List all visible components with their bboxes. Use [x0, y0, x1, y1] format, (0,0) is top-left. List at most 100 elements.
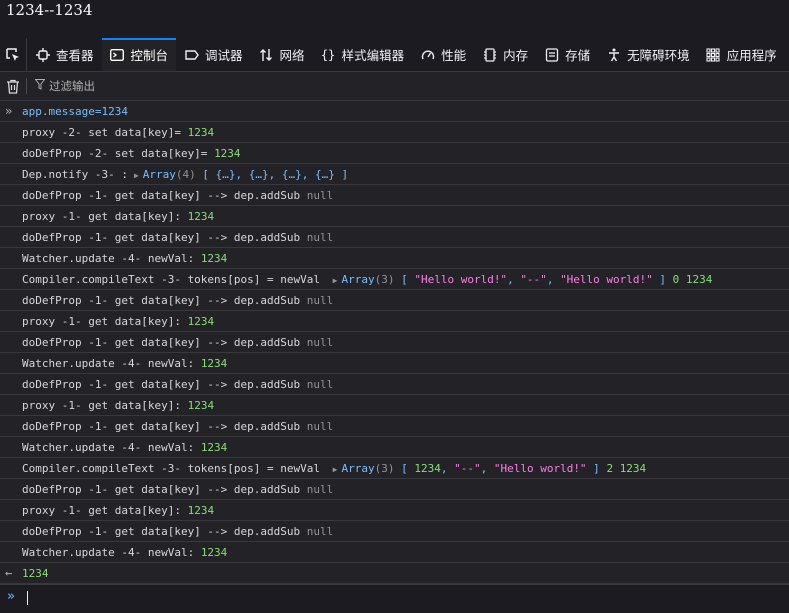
log-text: proxy -1- get data[key]: — [22, 315, 188, 328]
log-number: 1234 — [200, 546, 228, 559]
array-separator: , — [440, 462, 455, 475]
tab-accessibility[interactable]: 无障碍环境 — [598, 38, 698, 71]
log-number: 0 — [672, 273, 680, 286]
console-output: » app.message=1234 proxy -2- set data[ke… — [0, 101, 789, 584]
log-message: Compiler.compileText -3- tokens[pos] = n… — [0, 269, 789, 290]
array-length: (3) — [374, 462, 395, 475]
tab-performance[interactable]: 性能 — [412, 38, 474, 71]
log-text: doDefProp -1- get data[key] --> dep.addS… — [22, 294, 307, 307]
clear-console-button[interactable] — [0, 79, 26, 94]
log-message: Watcher.update -4- newVal: 1234 — [0, 437, 789, 458]
log-number: 1234 — [187, 210, 215, 223]
array-string: "Hello world!" — [560, 273, 653, 286]
log-text: doDefProp -1- get data[key] --> dep.addS… — [22, 378, 307, 391]
object-array-label[interactable]: Array — [143, 168, 176, 181]
log-number: 1234 — [187, 126, 215, 139]
tab-network[interactable]: 网络 — [251, 38, 313, 71]
tab-storage[interactable]: 存储 — [536, 38, 598, 71]
tab-debugger[interactable]: 调试器 — [176, 38, 251, 71]
array-string: "Hello world!" — [493, 462, 587, 475]
array-open: [ — [401, 462, 415, 475]
log-message: proxy -1- get data[key]: 1234 — [0, 395, 789, 416]
object-array-label[interactable]: Array — [341, 273, 374, 286]
filter-output-input[interactable]: 过滤输出 — [34, 78, 95, 94]
tab-label: 应用程序 — [726, 48, 777, 63]
log-text: proxy -1- get data[key]: — [22, 399, 188, 412]
array-separator: , — [507, 273, 521, 286]
log-null: null — [306, 231, 334, 244]
log-text: doDefProp -1- get data[key] --> dep.addS… — [22, 420, 307, 433]
log-text: Watcher.update -4- newVal: — [22, 546, 201, 559]
element-picker-icon — [6, 47, 19, 61]
performance-icon — [420, 47, 435, 62]
tab-label: 无障碍环境 — [627, 48, 690, 63]
array-string: "Hello world!" — [414, 273, 508, 286]
log-message: doDefProp -1- get data[key] --> dep.addS… — [0, 290, 789, 311]
expand-triangle-icon[interactable]: ▶ — [134, 171, 139, 180]
element-picker-button[interactable] — [0, 38, 27, 71]
log-text: proxy -2- set data[key]= — [22, 126, 188, 139]
log-text: Watcher.update -4- newVal: — [22, 441, 201, 454]
tab-style-editor[interactable]: {} 样式编辑器 — [313, 38, 413, 71]
expand-triangle-icon[interactable]: ▶ — [333, 276, 338, 285]
tab-console[interactable]: 控制台 — [101, 38, 177, 71]
devtools-tabbar: 查看器 控制台 调试器 网络 {} 样式编辑器 性能 内存 存储 无障碍环境 应… — [0, 38, 789, 72]
log-message: doDefProp -2- set data[key]= 1234 — [0, 143, 789, 164]
tab-label: 样式编辑器 — [341, 48, 405, 63]
result-value: 1234 — [22, 567, 49, 580]
console-icon — [110, 47, 125, 62]
tab-inspector[interactable]: 查看器 — [27, 38, 102, 71]
log-text: Compiler.compileText -3- tokens[pos] = n… — [22, 462, 327, 475]
array-separator: , — [546, 273, 561, 286]
array-separator: , — [480, 462, 494, 475]
log-null: null — [306, 420, 334, 433]
array-string: "--" — [454, 462, 481, 475]
tab-application[interactable]: 应用程序 — [698, 38, 785, 71]
input-expression: app.message= — [22, 105, 102, 118]
tab-memory[interactable]: 内存 — [474, 38, 536, 71]
log-null: null — [306, 336, 334, 349]
object-array-label[interactable]: Array — [341, 462, 374, 475]
log-text: doDefProp -2- set data[key]= — [22, 147, 215, 160]
expand-triangle-icon[interactable]: ▶ — [333, 465, 338, 474]
log-text: Watcher.update -4- newVal: — [22, 357, 201, 370]
devtools-panel: 查看器 控制台 调试器 网络 {} 样式编辑器 性能 内存 存储 无障碍环境 应… — [0, 38, 789, 613]
array-close: ] — [652, 273, 667, 286]
array-number: 1234 — [414, 462, 441, 475]
tab-label: 网络 — [279, 48, 305, 63]
log-number: 1234 — [187, 399, 215, 412]
application-icon — [706, 47, 721, 62]
tab-label: 存储 — [565, 48, 591, 63]
log-message: Dep.notify -3- : ▶ Array(4) [ {…}, {…}, {…… — [0, 164, 789, 185]
log-text: Dep.notify -3- : — [22, 168, 128, 181]
console-input-echo: » app.message=1234 — [0, 101, 789, 122]
log-number: 1234 — [200, 357, 228, 370]
filter-icon — [34, 79, 46, 93]
toolbar-divider — [26, 78, 27, 94]
input-chevron-icon: » — [5, 104, 13, 118]
log-number: 1234 — [685, 273, 713, 286]
console-input[interactable]: » — [0, 584, 789, 613]
log-message: proxy -2- set data[key]= 1234 — [0, 122, 789, 143]
log-number: 1234 — [200, 252, 228, 265]
input-value: 1234 — [101, 105, 128, 118]
log-number: 1234 — [619, 462, 647, 475]
log-message: proxy -1- get data[key]: 1234 — [0, 500, 789, 521]
console-result: ← 1234 — [0, 563, 789, 584]
log-text: doDefProp -1- get data[key] --> dep.addS… — [22, 336, 307, 349]
array-close: ] — [586, 462, 600, 475]
filter-placeholder: 过滤输出 — [49, 79, 95, 93]
log-message: doDefProp -1- get data[key] --> dep.addS… — [0, 332, 789, 353]
array-length: (3) — [374, 273, 395, 286]
memory-icon — [482, 47, 497, 62]
log-null: null — [306, 483, 334, 496]
array-preview: [ {…}, {…}, {…}, {…} ] — [202, 168, 349, 181]
debugger-icon — [184, 47, 199, 62]
log-message: doDefProp -1- get data[key] --> dep.addS… — [0, 185, 789, 206]
accessibility-icon — [606, 47, 621, 62]
log-text: doDefProp -1- get data[key] --> dep.addS… — [22, 189, 307, 202]
log-text: proxy -1- get data[key]: — [22, 210, 188, 223]
inspector-icon — [35, 47, 50, 62]
log-text: doDefProp -1- get data[key] --> dep.addS… — [22, 483, 307, 496]
tab-label: 控制台 — [130, 48, 169, 63]
